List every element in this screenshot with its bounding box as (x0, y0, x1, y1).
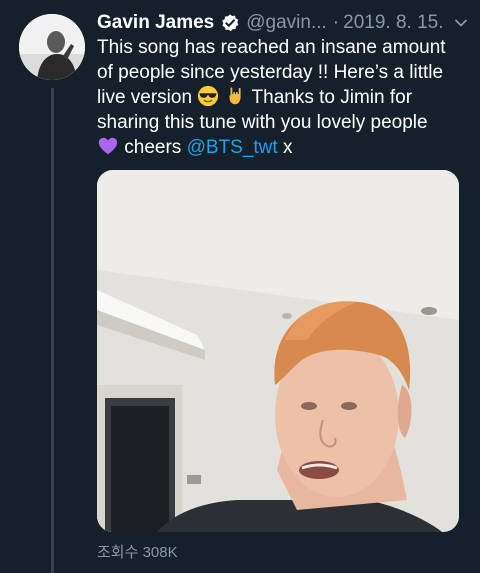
tweet-header: Gavin James @gavin... · 2019. 8. 15. (97, 9, 469, 37)
avatar-image (19, 14, 85, 80)
thread-line (51, 88, 54, 573)
verified-badge-icon (222, 14, 239, 32)
avatar[interactable] (19, 14, 85, 80)
tweet-line: of people since yesterday !! Here’s a li… (97, 61, 444, 83)
sunglasses-emoji (198, 85, 219, 107)
tweet[interactable]: Gavin James @gavin... · 2019. 8. 15. Thi… (0, 0, 480, 573)
rock-on-hand-emoji (229, 87, 241, 105)
video-thumbnail[interactable] (97, 170, 459, 532)
tweet-line-text: Thanks to Jimin for (251, 87, 413, 108)
tweet-line: sharing this tune with you lovely people (97, 111, 428, 133)
tweet-line-text: x (282, 137, 293, 158)
tweet-text: This song has reached an insane amount o… (97, 36, 469, 161)
tweet-line: live version Thanks to Jimin for (97, 85, 469, 111)
author-name[interactable]: Gavin James (97, 12, 214, 34)
author-handle[interactable]: @gavin... (246, 12, 327, 34)
chevron-down-icon[interactable] (453, 15, 469, 31)
tweet-line: This song has reached an insane amount (97, 37, 446, 58)
view-count: 조회수 308K (97, 544, 178, 561)
tweet-line-text: cheers (124, 137, 182, 158)
tweet-line: cheers @BTS_twt x (97, 135, 469, 161)
purple-heart-emoji (98, 137, 118, 155)
tweet-date[interactable]: 2019. 8. 15. (343, 12, 443, 34)
header-separator: · (332, 12, 340, 33)
tweet-line-text: live version (97, 87, 193, 108)
video-frame (97, 170, 459, 532)
mention-link[interactable]: @BTS_twt (187, 137, 278, 158)
